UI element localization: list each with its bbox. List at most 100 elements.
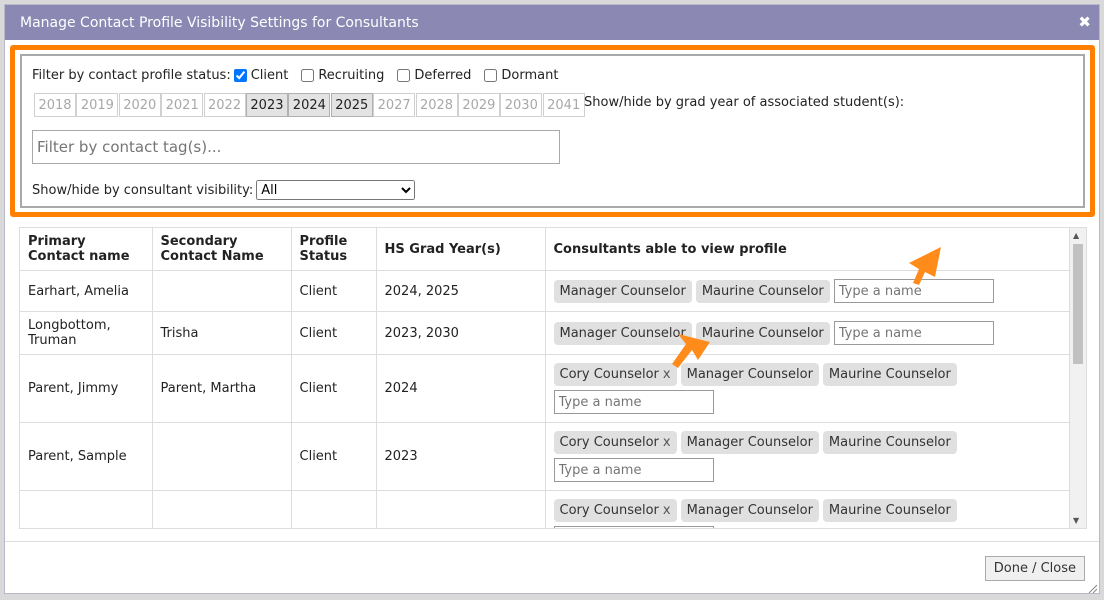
cell-grad-years: 2024 (376, 354, 546, 423)
cell-consultants: Cory Counselor x Manager Counselor Maurine … (545, 354, 1070, 423)
table-row: Longbottom, Truman Trisha Client 2023, 2030… (20, 311, 1070, 355)
cell-primary: Parent, Jimmy (20, 354, 153, 423)
arrow-pointer-icon (672, 334, 710, 368)
status-label-dormant: Dormant (501, 68, 559, 83)
cell-grad-years: 2023 (376, 422, 546, 491)
consultant-tag-label: Manager Counselor (686, 503, 813, 518)
cell-secondary (152, 490, 292, 528)
grad-year-toggle-2027[interactable]: 2027 (373, 93, 416, 117)
filter-panel: Filter by contact profile status: Client… (20, 54, 1085, 208)
tag-filter-input[interactable] (32, 130, 560, 164)
consultant-tag-label: Maurine Counselor (828, 367, 951, 382)
consultant-name-input[interactable] (553, 390, 714, 414)
header-primary: Primary Contact name (20, 228, 153, 271)
consultant-tag-label: Maurine Counselor (701, 325, 824, 341)
grad-year-toggle-2022[interactable]: 2022 (203, 93, 246, 117)
status-checkbox-dormant[interactable] (484, 69, 498, 82)
grad-year-label: Show/hide by grad year of associated stu… (584, 95, 905, 110)
consultant-name-input[interactable] (553, 526, 714, 528)
consultant-tag: Cory Counselor x (553, 499, 677, 522)
consultant-name-input[interactable] (553, 458, 714, 482)
consultant-tag-label: Cory Counselor (559, 435, 659, 450)
visibility-select[interactable]: All (256, 180, 416, 200)
cell-status: Client (291, 311, 377, 355)
grad-year-toggle-2021[interactable]: 2021 (161, 93, 204, 117)
status-checkbox-recruiting[interactable] (301, 69, 315, 82)
cell-consultants: Manager Counselor Maurine Counselor (545, 311, 1070, 355)
dialog-title: Manage Contact Profile Visibility Settin… (20, 14, 419, 31)
grad-year-toggle-2025[interactable]: 2025 (330, 93, 373, 117)
grad-year-toggle-2023[interactable]: 2023 (245, 93, 288, 117)
cell-status: Client (291, 270, 377, 312)
cell-secondary: Parent, Martha (152, 354, 292, 423)
consultant-tag: Maurine Counselor (695, 321, 830, 345)
status-label-deferred: Deferred (414, 68, 472, 83)
cell-secondary (152, 422, 292, 491)
consultant-tag: Cory Counselor x (553, 363, 677, 386)
consultant-tag-label: Manager Counselor (559, 283, 686, 299)
table-row: Parent, Jimmy Parent, Martha Client 2024 Cor… (20, 354, 1070, 423)
consultant-tag: Manager Counselor (680, 431, 819, 454)
table-scrollbar[interactable]: ▲ ▼ (1070, 228, 1086, 528)
cell-grad-years: 2024, 2025 (376, 270, 546, 312)
header-consultants: Consultants able to view profile (545, 228, 1070, 271)
cell-consultants: Cory Counselor x Manager Counselor Maurine … (545, 422, 1070, 491)
consultant-tag: Maurine Counselor (822, 431, 957, 454)
scroll-thumb[interactable] (1073, 244, 1083, 364)
consultant-tag: Maurine Counselor (822, 363, 957, 386)
consultant-name-input[interactable] (833, 321, 994, 345)
table-row: Parent, Sample Client 2023 Cory Counselor x M… (20, 422, 1070, 491)
table-row: Cory Counselor x Manager Counselor Maurine … (20, 490, 1070, 528)
header-secondary: Secondary Contact Name (152, 228, 292, 271)
grad-year-toggle-2030[interactable]: 2030 (500, 93, 543, 117)
consultant-tag: Cory Counselor x (553, 431, 677, 454)
cell-grad-years: 2023, 2030 (376, 311, 546, 355)
consultant-tag: Manager Counselor (680, 499, 819, 522)
remove-consultant-icon[interactable]: x (663, 503, 671, 518)
consultant-tag-label: Manager Counselor (686, 435, 813, 450)
status-checkbox-deferred[interactable] (397, 69, 411, 82)
cell-grad-years (376, 490, 546, 528)
grad-year-toggle-2028[interactable]: 2028 (415, 93, 458, 117)
cell-primary: Longbottom, Truman (20, 311, 153, 355)
cell-consultants: Cory Counselor x Manager Counselor Maurine … (545, 490, 1070, 528)
status-label-recruiting: Recruiting (318, 68, 385, 83)
cell-consultants: Manager Counselor Maurine Counselor (545, 270, 1070, 312)
grad-year-toggle-2018[interactable]: 2018 (34, 93, 76, 117)
visibility-dialog: Manage Contact Profile Visibility Settin… (4, 4, 1100, 594)
cell-status: Client (291, 354, 377, 423)
dialog-footer: Done / Close (5, 541, 1099, 593)
cell-secondary: Trisha (152, 311, 292, 355)
status-filter-label: Filter by contact profile status: (32, 68, 231, 83)
status-checkbox-client[interactable] (233, 69, 247, 82)
consultant-tag: Maurine Counselor (695, 279, 830, 303)
cell-secondary (152, 270, 292, 312)
grad-year-toggle-2029[interactable]: 2029 (457, 93, 500, 117)
remove-consultant-icon[interactable]: x (663, 435, 671, 450)
visibility-filter-label: Show/hide by consultant visibility: (32, 182, 254, 198)
consultant-tag: Manager Counselor (553, 279, 692, 303)
consultant-tag-label: Maurine Counselor (828, 503, 951, 518)
grad-year-toggle-2041[interactable]: 2041 (542, 93, 585, 117)
grad-year-toggle-2020[interactable]: 2020 (118, 93, 161, 117)
done-close-button[interactable]: Done / Close (984, 556, 1085, 581)
cell-primary (20, 490, 153, 528)
consultant-tag-label: Cory Counselor (559, 503, 659, 518)
visibility-filter-row: Show/hide by consultant visibility: All (32, 180, 416, 200)
grad-year-toggle-2024[interactable]: 2024 (288, 93, 331, 117)
filter-panel-highlight: Filter by contact profile status: Client… (10, 45, 1095, 217)
scroll-down-icon[interactable]: ▼ (1073, 516, 1079, 525)
grad-year-toggle-2019[interactable]: 2019 (76, 93, 119, 117)
cell-primary: Parent, Sample (20, 422, 153, 491)
status-filter-row: Filter by contact profile status: Client… (32, 68, 568, 83)
consultant-tag: Maurine Counselor (822, 499, 957, 522)
consultant-tag-label: Maurine Counselor (828, 435, 951, 450)
scroll-up-icon[interactable]: ▲ (1073, 231, 1079, 240)
resize-handle-icon[interactable] (1087, 583, 1097, 593)
header-status: Profile Status (291, 228, 377, 271)
close-icon[interactable]: ✖ (1078, 13, 1091, 31)
consultant-tag-label: Cory Counselor (559, 367, 659, 382)
cell-status: Client (291, 422, 377, 491)
dialog-titlebar: Manage Contact Profile Visibility Settin… (5, 5, 1099, 40)
header-grad-years: HS Grad Year(s) (376, 228, 546, 271)
